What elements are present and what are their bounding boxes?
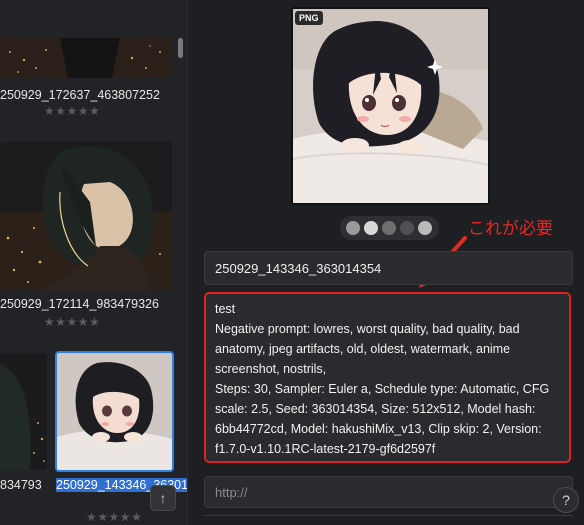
prompt-text: test <box>215 302 236 316</box>
gallery-scrollbar[interactable] <box>178 38 183 58</box>
image-preview[interactable] <box>291 7 490 205</box>
gallery-item-rating[interactable]: ★★★★★ <box>44 315 100 329</box>
carousel-dot[interactable] <box>400 221 414 235</box>
gallery-item-rating[interactable]: ★★★★★ <box>86 510 142 524</box>
gallery-thumbnail[interactable] <box>0 38 172 78</box>
carousel-dot[interactable] <box>382 221 396 235</box>
negative-prompt-text: Negative prompt: lowres, worst quality, … <box>215 322 520 376</box>
carousel-dot[interactable] <box>364 221 378 235</box>
carousel-dot[interactable] <box>346 221 360 235</box>
divider-line <box>204 515 573 516</box>
url-input[interactable]: http:// <box>204 476 573 508</box>
panel-divider <box>187 0 188 525</box>
format-badge: PNG <box>295 11 323 25</box>
gallery-item-filename: 250929_172114_983479326 <box>0 297 159 311</box>
gallery-panel: 250929_172637_463807252 ★★★★★ 250929_172… <box>0 0 187 525</box>
generation-params-text: Steps: 30, Sampler: Euler a, Schedule ty… <box>215 382 550 456</box>
gallery-item-filename: 834793 <box>0 478 42 492</box>
generation-info-textarea[interactable]: test Negative prompt: lowres, worst qual… <box>204 292 571 463</box>
gallery-item-rating[interactable]: ★★★★★ <box>44 104 100 118</box>
annotation-label: これが必要 <box>468 219 553 239</box>
gallery-thumbnail-selected[interactable] <box>55 351 174 472</box>
gallery-thumbnail[interactable] <box>0 142 172 290</box>
scroll-to-top-button[interactable]: ↑ <box>150 485 176 511</box>
help-button[interactable]: ? <box>553 487 579 513</box>
filename-field[interactable]: 250929_143346_363014354 <box>204 251 573 285</box>
gallery-thumbnail[interactable] <box>0 353 47 470</box>
gallery-item-filename: 250929_172637_463807252 <box>0 88 160 102</box>
